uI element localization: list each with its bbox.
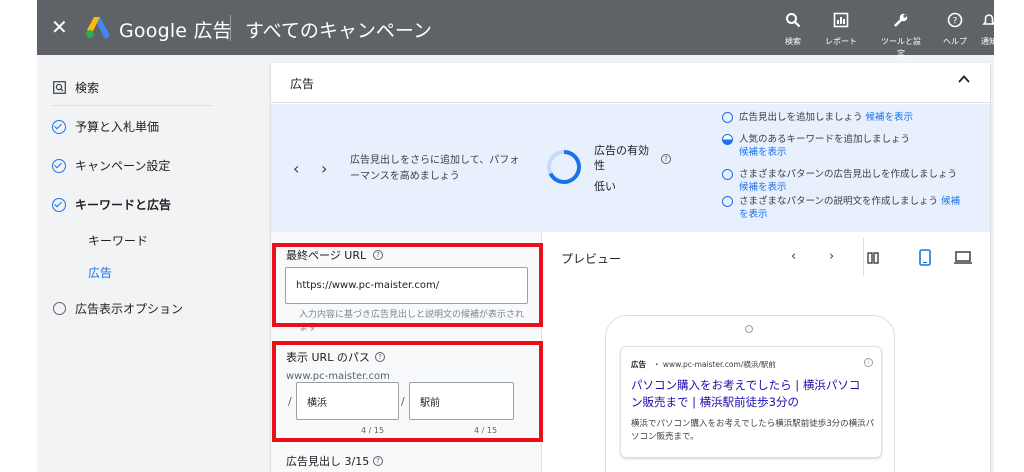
- check-circle-icon: [52, 197, 66, 212]
- ad-display-url: ・ www.pc-maister.com/横浜/駅前: [653, 360, 776, 369]
- ad-description: 横浜でパソコン購入をお考えでしたら横浜駅前徒歩3分の横浜パソコン販売まで。: [631, 419, 875, 442]
- bell-icon: [981, 12, 994, 32]
- header-divider: [230, 15, 231, 41]
- sidebar-item-extensions[interactable]: 広告表示オプション: [52, 300, 183, 317]
- ad-strength-value: 低い: [594, 180, 616, 193]
- brand-name: Google 広告: [119, 20, 232, 42]
- help-icon[interactable]: ?: [661, 154, 671, 164]
- app-frame: ✕ Google 広告 すべてのキャンペーン 検索 レポート ツールと設定 ? …: [37, 0, 994, 472]
- half-circle-icon: [722, 134, 733, 145]
- ad-preview-card: 広告 ・ www.pc-maister.com/横浜/駅前 i パソコン購入をお…: [620, 346, 882, 458]
- top-bar: ✕ Google 広告 すべてのキャンペーン 検索 レポート ツールと設定 ? …: [37, 0, 994, 58]
- empty-circle-icon: [722, 169, 733, 180]
- preview-title: プレビュー: [561, 252, 622, 266]
- search-icon: [781, 12, 805, 32]
- sidebar-subitem-ads[interactable]: 広告: [88, 264, 112, 281]
- phone-preview: 広告 ・ www.pc-maister.com/横浜/駅前 i パソコン購入をお…: [605, 315, 895, 472]
- help-icon: ?: [941, 12, 969, 32]
- help-icon[interactable]: ?: [373, 456, 383, 466]
- sidebar-search-label: 検索: [75, 81, 100, 95]
- sidebar-item-campaign-settings[interactable]: キャンペーン設定: [52, 157, 170, 174]
- suggestion-link[interactable]: 候補を表示: [866, 112, 914, 123]
- columns-icon[interactable]: [867, 252, 879, 264]
- check-circle-icon: [52, 158, 66, 173]
- svg-text:?: ?: [953, 17, 958, 27]
- ad-strength-gauge: [547, 150, 581, 184]
- suggestion-text: 広告見出しを追加しましょう: [739, 112, 863, 123]
- reports-icon: [821, 12, 861, 32]
- sidebar: 検索 予算と入札単価 キャンペーン設定 キーワードと広告 キーワード 広告 広告…: [37, 55, 227, 472]
- sidebar-item-keywords-ads[interactable]: キーワードと広告: [52, 196, 171, 213]
- sidebar-item-label: 予算と入札単価: [75, 120, 160, 134]
- mobile-icon[interactable]: [919, 249, 931, 266]
- wrench-icon: [879, 12, 923, 32]
- sidebar-item-budget[interactable]: 予算と入札単価: [52, 118, 159, 135]
- suggestion-item: さまざまなパターンの説明文を作成しましょう 候補を表示: [722, 195, 962, 221]
- chevron-left-icon[interactable]: ‹: [293, 159, 299, 178]
- page-title: すべてのキャンペーン: [245, 20, 432, 42]
- chevron-right-icon[interactable]: ›: [321, 159, 327, 178]
- check-circle-icon: [52, 119, 66, 134]
- tool-label: ヘルプ: [943, 37, 967, 46]
- card-header[interactable]: 広告: [271, 63, 990, 103]
- info-icon: i: [864, 358, 873, 367]
- sidebar-subitem-keywords[interactable]: キーワード: [88, 232, 148, 249]
- phone-camera: [745, 325, 753, 333]
- suggestion-text: さまざまなパターンの説明文を作成しましょう: [739, 196, 939, 207]
- headlines-label: 広告見出し 3/15: [286, 455, 370, 468]
- ad-strength-label: 広告の有効性: [594, 144, 649, 172]
- tool-search[interactable]: 検索: [781, 12, 805, 47]
- desktop-icon[interactable]: [954, 251, 972, 264]
- suggestion-item: さまざまなパターンの広告見出しを作成しましょう 候補を表示: [722, 168, 962, 194]
- google-ads-logo: [86, 17, 110, 39]
- suggestion-link[interactable]: 候補を表示: [739, 147, 787, 158]
- chevron-right-icon[interactable]: ›: [829, 249, 834, 264]
- empty-circle-icon: [722, 112, 733, 123]
- tool-settings[interactable]: ツールと設定: [879, 12, 923, 60]
- chevron-up-icon[interactable]: [958, 73, 970, 85]
- tool-label: レポート: [825, 37, 857, 46]
- tool-notifications[interactable]: 通知: [981, 12, 994, 47]
- card-title: 広告: [290, 77, 315, 91]
- sidebar-search[interactable]: 検索: [52, 79, 99, 96]
- sidebar-divider: [52, 105, 212, 106]
- sidebar-item-label: キーワードと広告: [75, 198, 172, 212]
- sidebar-item-label: 広告表示オプション: [75, 302, 184, 316]
- chevron-left-icon[interactable]: ‹: [791, 249, 796, 264]
- search-box-icon: [52, 81, 66, 95]
- tool-label: 通知: [981, 37, 994, 46]
- tool-label: ツールと設定: [881, 37, 921, 58]
- preview-toolbar-divider: [863, 238, 864, 276]
- empty-circle-icon: [52, 302, 66, 315]
- tool-reports[interactable]: レポート: [821, 12, 861, 47]
- tool-label: 検索: [785, 37, 801, 46]
- ad-headline[interactable]: パソコン購入をお考えでしたら | 横浜パソコン販売まで | 横浜駅前徒歩3分の: [631, 377, 871, 411]
- suggestion-link[interactable]: 候補を表示: [739, 182, 787, 193]
- ad-badge: 広告: [631, 360, 646, 369]
- suggestion-text: 人気のあるキーワードを追加しましょう: [739, 134, 911, 145]
- close-icon[interactable]: ✕: [51, 17, 68, 37]
- tool-help[interactable]: ? ヘルプ: [941, 12, 969, 47]
- suggestion-item: 広告見出しを追加しましょう 候補を表示: [722, 111, 962, 124]
- strength-message: 広告見出しをさらに追加して、パフォーマンスを高めましょう: [350, 155, 520, 182]
- suggestion-text: さまざまなパターンの広告見出しを作成しましょう: [739, 169, 958, 180]
- sidebar-item-label: キャンペーン設定: [75, 159, 171, 173]
- empty-circle-icon: [722, 196, 733, 207]
- highlight-display-path: [272, 341, 543, 442]
- highlight-final-url: [272, 243, 543, 327]
- ad-strength-panel: ‹ › 広告見出しをさらに追加して、パフォーマンスを高めましょう 広告の有効性 …: [271, 104, 990, 232]
- suggestion-item: 人気のあるキーワードを追加しましょう 候補を表示: [722, 133, 962, 159]
